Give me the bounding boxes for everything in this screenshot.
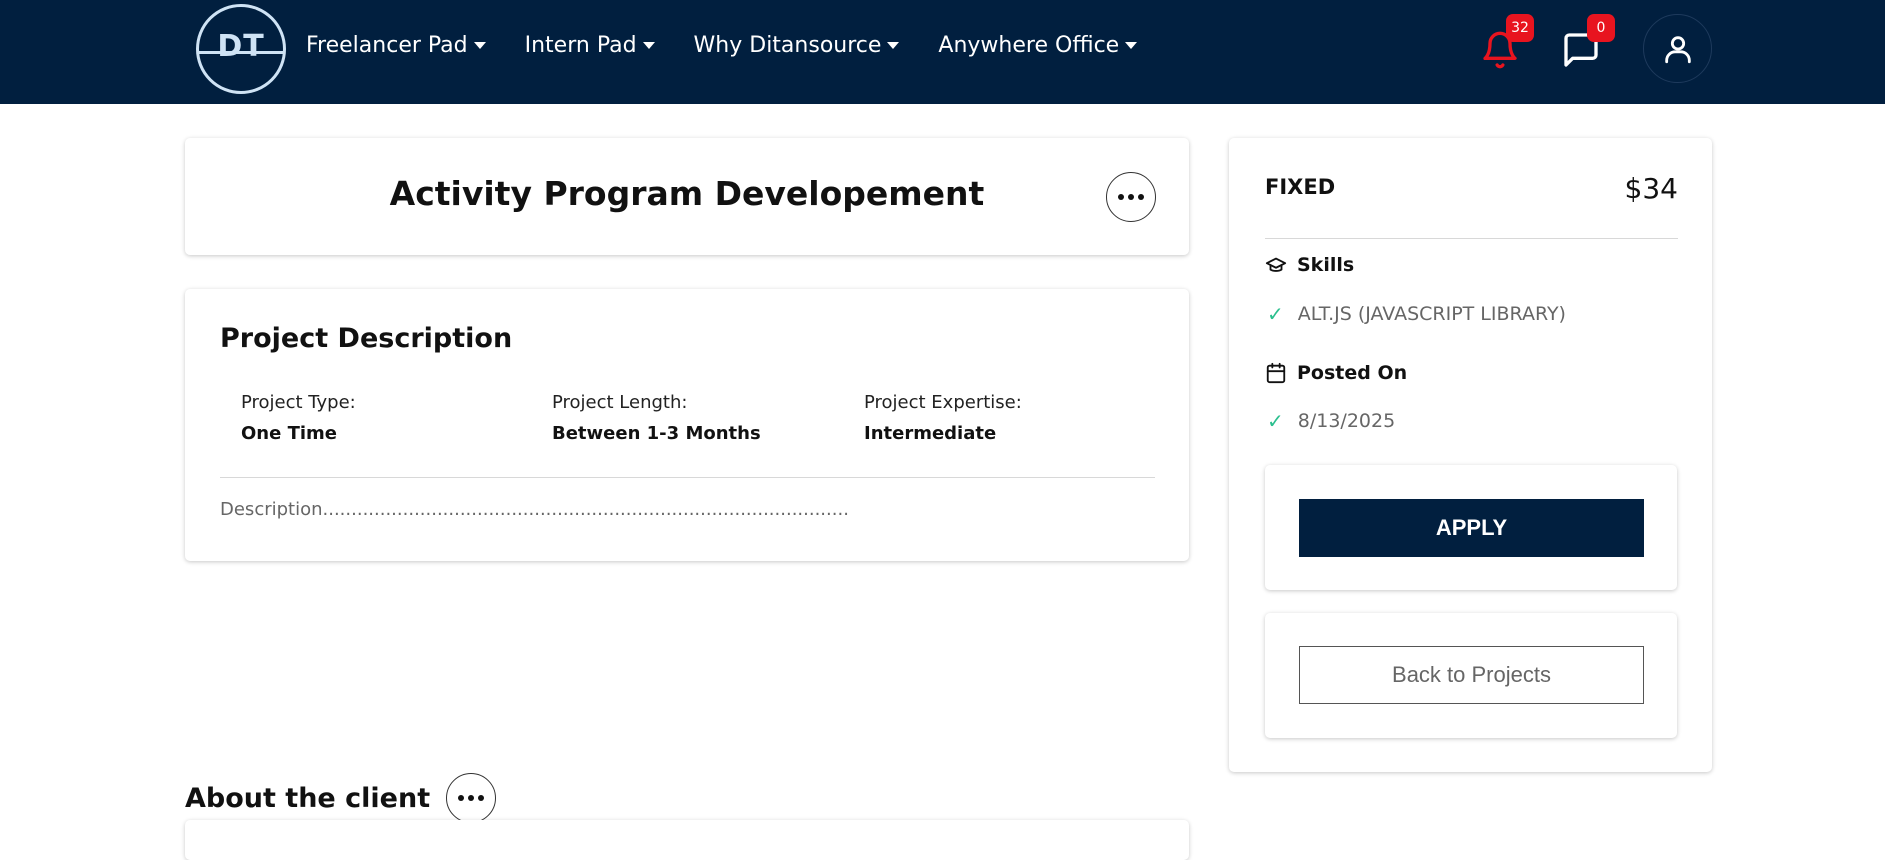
more-dot-icon: [1138, 194, 1144, 200]
more-dot-icon: [468, 795, 475, 801]
project-type: Project Type: One Time: [241, 392, 356, 444]
skills-heading-label: Skills: [1297, 254, 1355, 276]
calendar-icon: [1266, 362, 1286, 384]
project-title-card: Activity Program Developement: [185, 138, 1189, 255]
ditansource-logo[interactable]: DT: [196, 4, 286, 94]
project-more-options-button[interactable]: [1106, 172, 1156, 222]
project-description-heading: Project Description: [220, 323, 513, 354]
more-dot-icon: [458, 795, 465, 801]
user-icon: [1664, 35, 1691, 63]
caret-down-icon: [473, 42, 486, 49]
back-card: Back to Projects: [1265, 613, 1677, 738]
logo-text: DT: [217, 29, 265, 64]
top-navbar: DT Freelancer Pad Intern Pad Why Ditanso…: [0, 0, 1885, 104]
nav-intern-pad[interactable]: Intern Pad: [525, 33, 655, 58]
nav-freelancer-pad[interactable]: Freelancer Pad: [306, 33, 486, 58]
posted-on-heading-label: Posted On: [1297, 362, 1408, 384]
apply-card: APPLY: [1265, 465, 1677, 590]
caret-down-icon: [1125, 42, 1138, 49]
back-to-projects-button[interactable]: Back to Projects: [1299, 646, 1644, 704]
about-client-card: [185, 820, 1189, 860]
notifications-button[interactable]: 32: [1480, 14, 1534, 70]
project-length: Project Length: Between 1-3 Months: [552, 392, 761, 444]
graduation-cap-icon: [1265, 257, 1287, 272]
about-client-heading: About the client: [185, 782, 431, 814]
more-dot-icon: [478, 795, 485, 801]
notifications-badge: 32: [1506, 14, 1534, 42]
divider: [1265, 238, 1678, 239]
nav-anywhere-office[interactable]: Anywhere Office: [938, 33, 1138, 58]
project-expertise-label: Project Expertise:: [864, 392, 1022, 413]
skill-label: ALT.JS (JAVASCRIPT LIBRARY): [1297, 303, 1566, 325]
posted-date: ✓ 8/13/2025: [1267, 409, 1395, 433]
project-title: Activity Program Developement: [389, 174, 985, 213]
project-type-label: Project Type:: [241, 392, 356, 413]
messages-button[interactable]: 0: [1561, 14, 1615, 70]
messages-badge: 0: [1587, 14, 1615, 42]
check-icon: ✓: [1267, 302, 1284, 326]
skill-item: ✓ ALT.JS (JAVASCRIPT LIBRARY): [1267, 302, 1566, 326]
nav-why-ditansource-label: Why Ditansource: [693, 33, 882, 58]
divider: [220, 477, 1155, 478]
project-type-value: One Time: [241, 423, 338, 444]
about-client-header: About the client: [185, 773, 497, 823]
price-value: $34: [1624, 172, 1678, 205]
nav-intern-pad-label: Intern Pad: [524, 33, 637, 58]
nav-links: Freelancer Pad Intern Pad Why Ditansourc…: [306, 33, 1176, 58]
skills-heading: Skills: [1265, 254, 1354, 276]
posted-date-label: 8/13/2025: [1297, 410, 1396, 432]
project-description-text: Description.............................…: [220, 499, 849, 520]
more-dot-icon: [1118, 194, 1124, 200]
more-dot-icon: [1128, 194, 1134, 200]
check-icon: ✓: [1267, 409, 1284, 433]
caret-down-icon: [642, 42, 655, 49]
user-menu-button[interactable]: [1643, 14, 1712, 83]
apply-button[interactable]: APPLY: [1299, 499, 1644, 557]
project-expertise: Project Expertise: Intermediate: [864, 392, 1022, 444]
nav-freelancer-pad-label: Freelancer Pad: [306, 33, 468, 58]
price-type: FIXED: [1265, 175, 1336, 199]
project-expertise-value: Intermediate: [864, 423, 997, 444]
project-length-label: Project Length:: [552, 392, 688, 413]
project-length-value: Between 1-3 Months: [552, 423, 761, 444]
nav-anywhere-office-label: Anywhere Office: [938, 33, 1120, 58]
client-more-options-button[interactable]: [446, 773, 497, 823]
posted-on-heading: Posted On: [1265, 362, 1407, 384]
caret-down-icon: [887, 42, 900, 49]
project-description-card: Project Description Project Type: One Ti…: [185, 289, 1189, 561]
nav-why-ditansource[interactable]: Why Ditansource: [694, 33, 900, 58]
